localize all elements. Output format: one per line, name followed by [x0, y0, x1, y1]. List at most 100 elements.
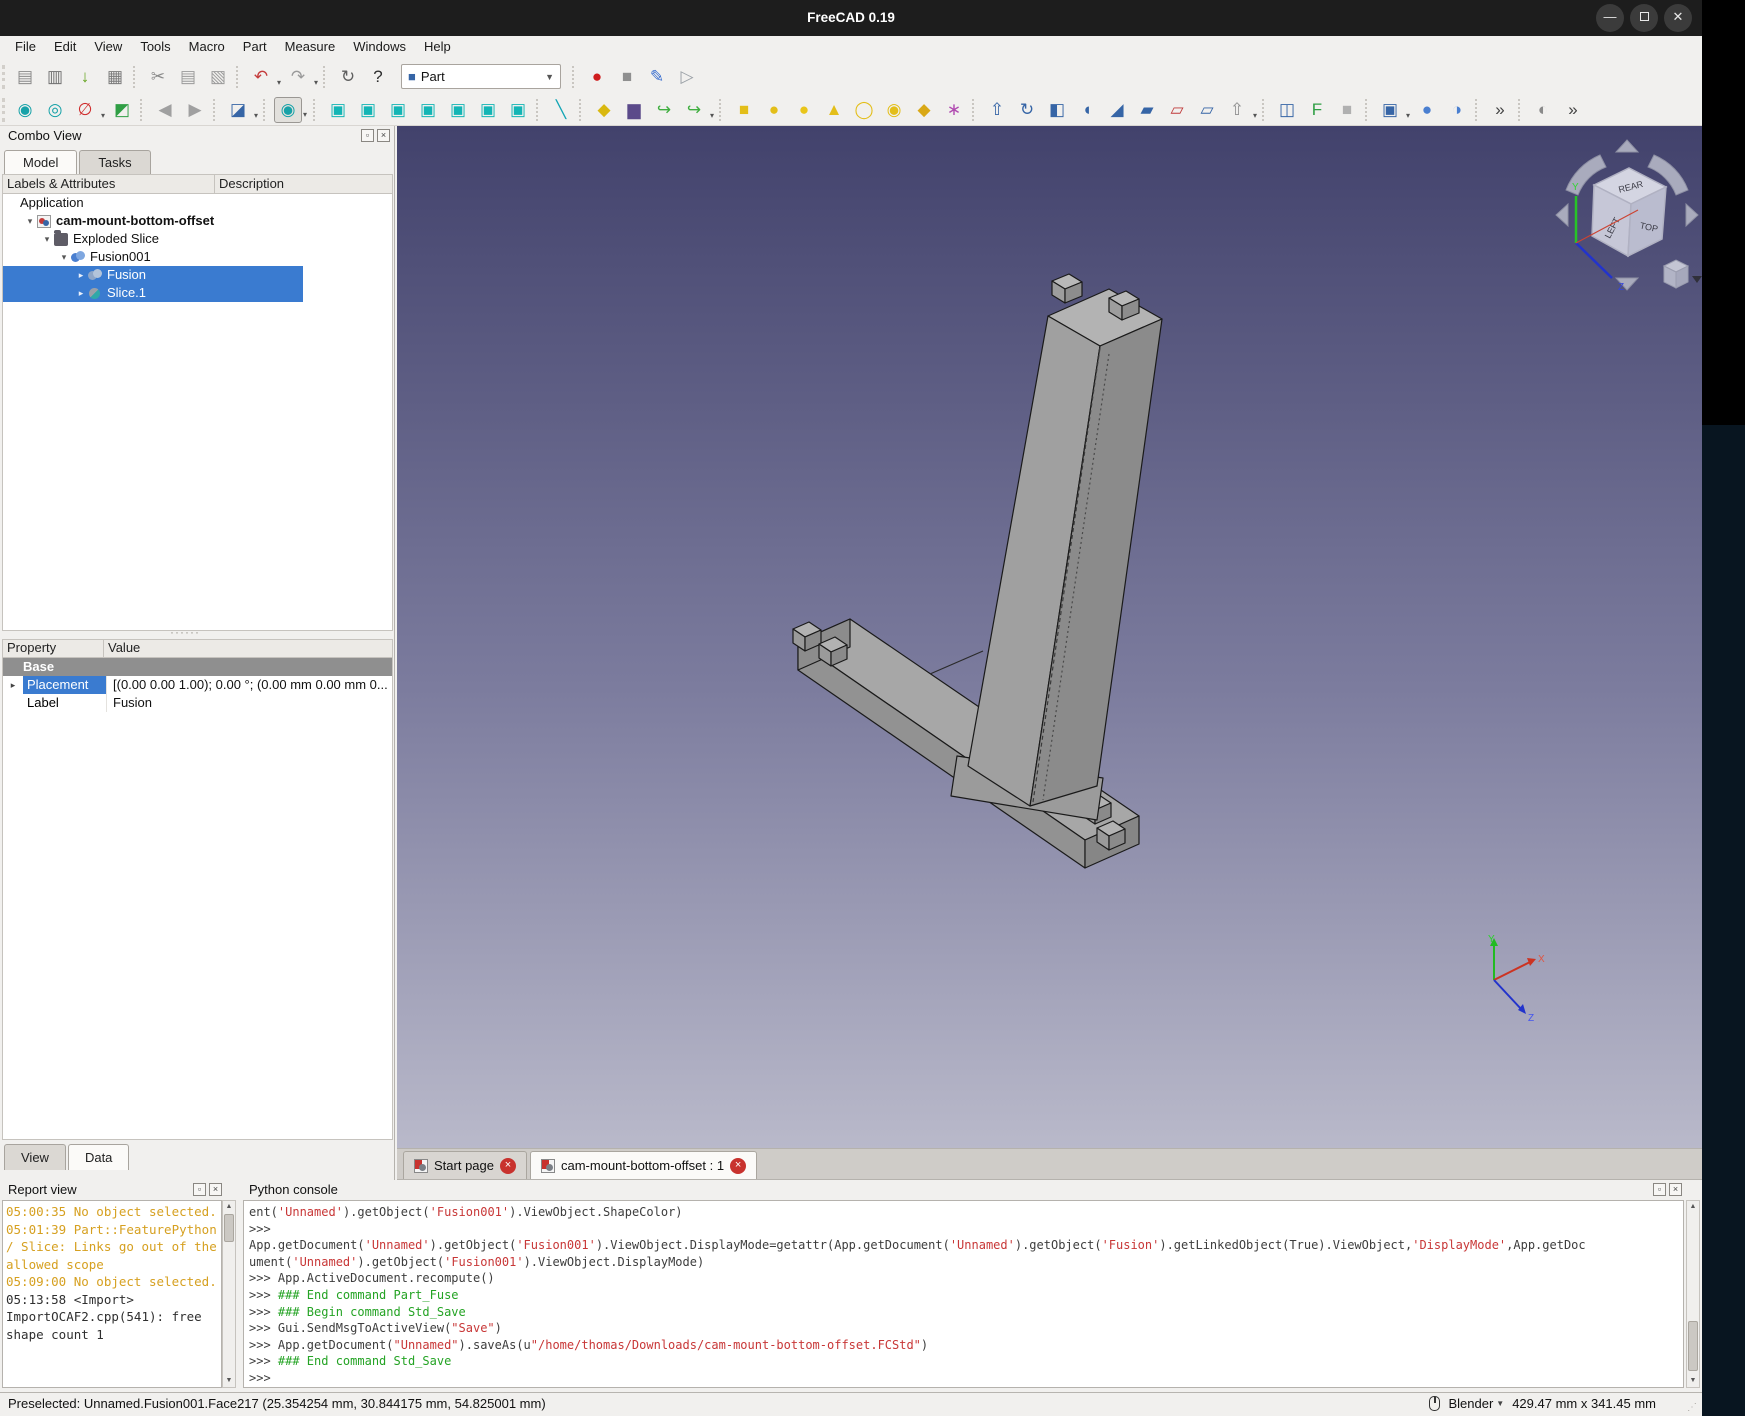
menu-file[interactable]: File [6, 36, 45, 59]
primitive-sphere-button[interactable]: ● [790, 97, 818, 123]
primitive-tube-button[interactable]: ◉ [880, 97, 908, 123]
view-axonometric-button[interactable]: ▣ [324, 97, 352, 123]
scroll-down-icon[interactable]: ▼ [1687, 1375, 1699, 1387]
create-primitives-button[interactable]: ∗ [940, 97, 968, 123]
expand-icon[interactable]: ▸ [3, 676, 23, 694]
view-left-button[interactable]: ▣ [504, 97, 532, 123]
python-console-log[interactable]: ent('Unnamed').getObject('Fusion001').Vi… [243, 1200, 1684, 1388]
expand-arrow-icon[interactable]: ▾ [58, 248, 70, 266]
tab-tasks[interactable]: Tasks [79, 150, 150, 174]
panel-close-icon[interactable]: × [209, 1183, 222, 1196]
cross-sections-button[interactable]: ◐ [1529, 97, 1557, 123]
primitive-cylinder-button[interactable]: ● [760, 97, 788, 123]
refresh-button[interactable]: ↻ [334, 64, 362, 90]
panel-close-icon[interactable]: × [377, 129, 390, 142]
menu-windows[interactable]: Windows [344, 36, 415, 59]
undo-button[interactable]: ↶▾ [247, 64, 275, 90]
menu-help[interactable]: Help [415, 36, 460, 59]
chamfer-button[interactable]: ◢ [1103, 97, 1131, 123]
make-link-button[interactable]: ◆ [590, 97, 618, 123]
toolbar-overflow-button[interactable]: » [1486, 97, 1514, 123]
view-bottom-button[interactable]: ▣ [474, 97, 502, 123]
menu-tools[interactable]: Tools [131, 36, 179, 59]
tree-item-exploded-slice[interactable]: ▾Exploded Slice [3, 230, 392, 248]
property-row-placement[interactable]: ▸Placement[(0.00 0.00 1.00); 0.00 °; (0.… [3, 676, 392, 694]
box-zoom-button[interactable]: ◉▾ [274, 97, 302, 123]
tree-header-description[interactable]: Description [215, 175, 392, 193]
tilt-up-arrow[interactable] [1616, 140, 1638, 152]
scroll-thumb[interactable] [224, 1214, 234, 1242]
view-right-button[interactable]: ▣ [414, 97, 442, 123]
navcube-menu-arrow[interactable] [1692, 276, 1702, 283]
report-scrollbar[interactable]: ▲ ▼ [222, 1200, 236, 1388]
revolve-button[interactable]: ↻ [1013, 97, 1041, 123]
toolbar-overflow-2-button[interactable]: » [1559, 97, 1587, 123]
toolbar-handle[interactable] [2, 65, 8, 89]
tab-model[interactable]: Model [4, 150, 77, 174]
fit-all-button[interactable]: ◉ [11, 97, 39, 123]
tab-close-icon[interactable]: × [500, 1158, 516, 1174]
view-top-button[interactable]: ▣ [384, 97, 412, 123]
tab-view[interactable]: View [4, 1144, 66, 1170]
property-name[interactable]: Placement [23, 676, 106, 694]
convert-to-solid-button[interactable]: ■ [1333, 97, 1361, 123]
view-rear-button[interactable]: ▣ [444, 97, 472, 123]
ruled-surface-button[interactable]: ▱ [1163, 97, 1191, 123]
tree-item-slice-1[interactable]: ▸Slice.1 [3, 284, 303, 302]
panel-float-icon[interactable]: ▫ [361, 129, 374, 142]
fillet-button[interactable]: ◖ [1073, 97, 1101, 123]
3d-viewport[interactable]: REAR LEFT TOP Y Z [397, 126, 1702, 1148]
expand-arrow-icon[interactable]: ▾ [41, 230, 53, 248]
macro-record-button[interactable]: ● [583, 64, 611, 90]
property-header-value[interactable]: Value [104, 640, 392, 657]
make-face-button[interactable]: ▰ [1133, 97, 1161, 123]
tab-close-icon[interactable]: × [730, 1158, 746, 1174]
scroll-down-icon[interactable]: ▼ [223, 1375, 235, 1387]
property-row-label[interactable]: LabelFusion [3, 694, 392, 712]
close-button[interactable]: ✕ [1664, 4, 1692, 32]
offset-button[interactable]: ⇧▾ [1223, 97, 1251, 123]
collapse-arrow-icon[interactable]: ▸ [75, 284, 87, 302]
paste-button[interactable]: ▧ [204, 64, 232, 90]
panel-float-icon[interactable]: ▫ [1653, 1183, 1666, 1196]
navigation-style-selector[interactable]: Blender ▼ [1448, 1396, 1504, 1411]
thickness-button[interactable]: ◫ [1273, 97, 1301, 123]
boolean-cut-button[interactable]: ◑ [1443, 97, 1471, 123]
fit-selection-button[interactable]: ◎ [41, 97, 69, 123]
minimize-button[interactable]: — [1596, 4, 1624, 32]
primitive-box-button[interactable]: ■ [730, 97, 758, 123]
macro-edit-button[interactable]: ✎ [643, 64, 671, 90]
property-group-base[interactable]: Base [3, 658, 392, 676]
menu-edit[interactable]: Edit [45, 36, 85, 59]
macro-stop-button[interactable]: ■ [613, 64, 641, 90]
navcube-mini-cube[interactable] [1664, 260, 1688, 288]
document-tab-cam-mount-bottom-offset-1[interactable]: cam-mount-bottom-offset : 1× [530, 1151, 757, 1179]
workbench-selector[interactable]: ■ Part ▼ [401, 64, 561, 89]
property-name[interactable]: Label [23, 694, 106, 712]
primitive-cone-button[interactable]: ▲ [820, 97, 848, 123]
shape-builder-button[interactable]: ◆ [910, 97, 938, 123]
view-isometric-button[interactable]: ◩ [108, 97, 136, 123]
link-group-button[interactable]: ▆ [620, 97, 648, 123]
link-import-all-button[interactable]: ↪▾ [680, 97, 708, 123]
macro-play-button[interactable]: ▷ [673, 64, 701, 90]
rotate-ccw-arrow[interactable] [1556, 204, 1568, 226]
new-document-button[interactable]: ▤ [11, 64, 39, 90]
save-document-button[interactable]: ↓ [71, 64, 99, 90]
whats-this-button[interactable]: ? [364, 64, 392, 90]
link-navigate-button[interactable]: ◪▾ [224, 97, 252, 123]
nav-back-button[interactable]: ◀ [151, 97, 179, 123]
menu-view[interactable]: View [85, 36, 131, 59]
tree-item-cam-mount-bottom-offset[interactable]: ▾cam-mount-bottom-offset [3, 212, 392, 230]
menu-part[interactable]: Part [234, 36, 276, 59]
nav-forward-button[interactable]: ▶ [181, 97, 209, 123]
menu-measure[interactable]: Measure [276, 36, 345, 59]
tree-item-application[interactable]: Application [3, 194, 392, 212]
panel-float-icon[interactable]: ▫ [193, 1183, 206, 1196]
property-header-name[interactable]: Property [3, 640, 104, 657]
expand-arrow-icon[interactable]: ▾ [24, 212, 36, 230]
primitive-torus-button[interactable]: ◯ [850, 97, 878, 123]
console-scrollbar[interactable]: ▲ ▼ [1686, 1200, 1700, 1388]
resize-grip[interactable]: ⋰ [1687, 1402, 1698, 1413]
measure-linear-button[interactable]: ╲ [547, 97, 575, 123]
